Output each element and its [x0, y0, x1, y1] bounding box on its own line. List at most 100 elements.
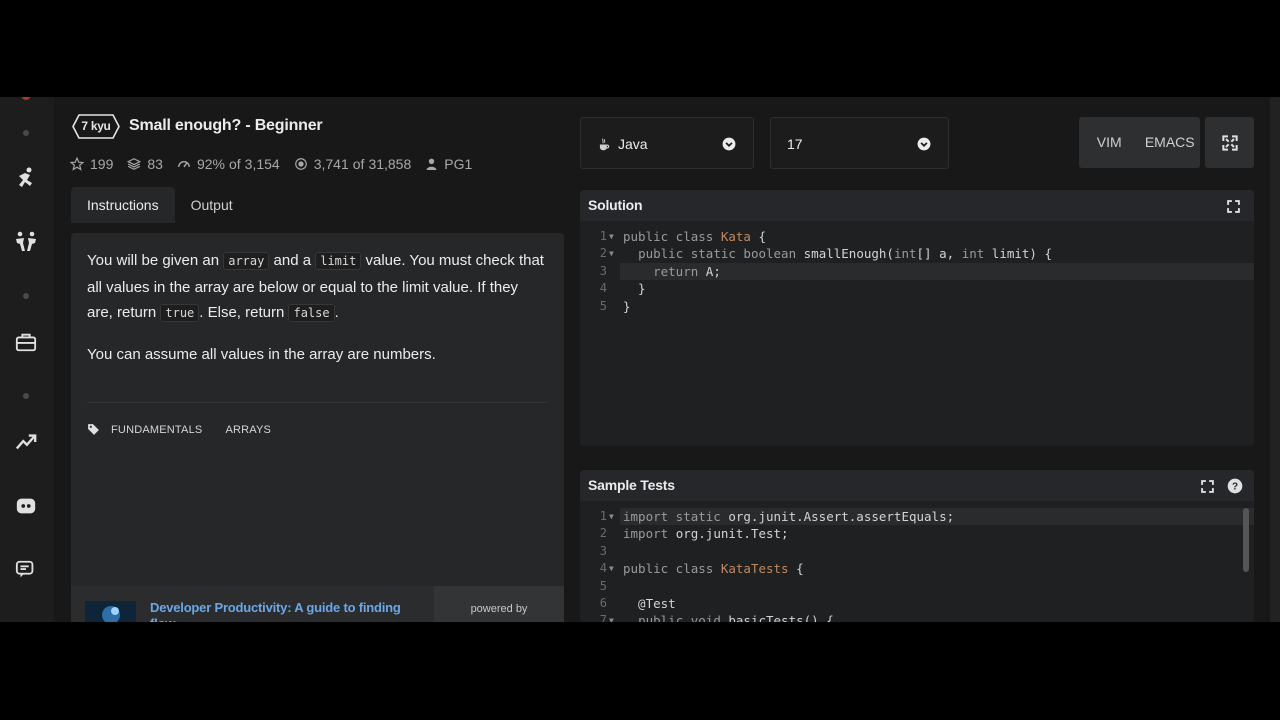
fold-toggle-icon[interactable]: ▼: [609, 508, 614, 525]
line-number: 2: [599, 246, 607, 261]
nav-separator-dot: [23, 130, 29, 136]
star-icon: [70, 157, 84, 171]
solution-header: Solution: [580, 190, 1254, 221]
completed-count: 3,741: [313, 156, 349, 172]
ad-thumbnail: [85, 601, 136, 622]
emacs-mode-button[interactable]: EMACS: [1140, 117, 1201, 168]
satisfaction-of-label: of: [228, 156, 241, 172]
nav-jobs-briefcase-icon[interactable]: [13, 329, 39, 355]
code-line: 1 ▼ import static org.junit.Assert.assertE…: [580, 508, 1254, 526]
completed-of-label: of: [352, 156, 365, 172]
satisfaction-percent: 92%: [196, 156, 225, 172]
editor-scrollbar[interactable]: [1243, 508, 1249, 572]
chevron-down-icon: [917, 137, 931, 151]
collections-count: 83: [147, 156, 163, 172]
left-nav: [0, 97, 54, 622]
kata-title: Small enough? - Beginner: [129, 117, 323, 134]
sample-tests-pane: Sample Tests ? 1 ▼ import static org.junit…: [580, 470, 1254, 622]
kata-tabs: Instructions Output: [71, 187, 249, 223]
line-number: 4: [599, 281, 607, 296]
target-icon: [294, 158, 307, 170]
nav-separator-dot: [23, 293, 29, 299]
code-limit: limit: [315, 252, 362, 270]
nav-training-icon[interactable]: [13, 165, 39, 191]
code-line: 4 }: [580, 280, 1254, 297]
expand-icon[interactable]: [1199, 478, 1215, 494]
tag-fundamentals[interactable]: FUNDAMENTALS: [111, 424, 202, 436]
notification-dot: [22, 97, 30, 100]
line-number: 1: [599, 509, 607, 523]
sample-tests-code-editor[interactable]: 1 ▼ import static org.junit.Assert.assertE…: [580, 508, 1254, 622]
ad-headline-link[interactable]: Developer Productivity: A guide to findi…: [150, 600, 420, 622]
line-number: 5: [599, 298, 607, 313]
stars-count: 199: [90, 156, 114, 172]
vim-mode-button[interactable]: VIM: [1079, 117, 1140, 168]
code-line: 2 ▼ public static boolean smallEnough(int…: [580, 245, 1254, 262]
code-line: 2 import org.junit.Test;: [580, 525, 1254, 542]
tag-arrays[interactable]: ARRAYS: [225, 424, 271, 436]
expand-icon[interactable]: [1225, 198, 1241, 214]
author-stat[interactable]: PG1: [425, 156, 472, 172]
letterbox-bottom: [0, 622, 1280, 720]
kata-rank-label: 7 kyu: [81, 119, 111, 133]
attempts-count: 31,858: [368, 156, 412, 172]
line-number: 6: [599, 595, 607, 610]
version-select[interactable]: 17: [770, 117, 949, 169]
solution-code-editor[interactable]: 1 ▼ public class Kata { 2 ▼ public static b…: [580, 228, 1254, 315]
svg-text:?: ?: [1232, 481, 1238, 492]
divider: [87, 402, 547, 403]
code-line: 3: [580, 543, 1254, 560]
user-icon: [426, 158, 437, 170]
code-line: 4 ▼ public class KataTests {: [580, 560, 1254, 577]
help-icon[interactable]: ?: [1227, 478, 1243, 494]
fold-toggle-icon[interactable]: ▼: [609, 560, 614, 577]
votes-count: 3,154: [244, 156, 280, 172]
sample-tests-header: Sample Tests ?: [580, 470, 1254, 501]
satisfaction-stat: 92% of 3,154: [177, 156, 280, 172]
sample-tests-title: Sample Tests: [588, 477, 675, 493]
nav-practice-icon[interactable]: [13, 229, 39, 255]
solution-title: Solution: [588, 197, 643, 213]
code-false: false: [288, 304, 335, 322]
sponsored-ad[interactable]: Developer Productivity: A guide to findi…: [71, 586, 564, 622]
line-number: 2: [599, 526, 607, 541]
powered-by-label: powered by: [470, 603, 528, 615]
fold-toggle-icon[interactable]: ▼: [609, 228, 614, 245]
nav-leaderboard-trend-icon[interactable]: [13, 429, 39, 455]
line-number: 5: [599, 578, 607, 593]
nav-discussion-chat-icon[interactable]: [13, 557, 39, 583]
stars-stat[interactable]: 199: [70, 156, 113, 172]
satisfaction-gauge-icon: [177, 161, 190, 168]
desc-text: You will be given an: [87, 252, 224, 269]
page-scrollbar[interactable]: [1270, 97, 1280, 622]
code-line: 5}: [580, 298, 1254, 315]
tag-icon: [88, 424, 99, 435]
fold-toggle-icon[interactable]: ▼: [609, 245, 614, 262]
keybinding-mode-group: VIM EMACS: [1079, 117, 1200, 168]
fold-toggle-icon[interactable]: ▼: [609, 612, 614, 622]
desc-text: and a: [269, 252, 316, 269]
ad-powered-by: powered by: [434, 586, 564, 622]
tab-output[interactable]: Output: [175, 187, 249, 223]
tab-instructions[interactable]: Instructions: [71, 187, 175, 223]
language-value: Java: [618, 136, 648, 152]
line-number: 3: [599, 263, 607, 278]
layers-icon: [127, 158, 142, 170]
line-number: 3: [599, 543, 607, 558]
line-number: 7: [599, 613, 607, 622]
chevron-down-icon: [722, 137, 736, 151]
nav-separator-dot: [23, 393, 29, 399]
version-value: 17: [787, 136, 803, 152]
nav-discord-icon[interactable]: [13, 493, 39, 519]
line-number: 4: [599, 561, 607, 576]
kata-rank-badge: 7 kyu: [72, 114, 120, 139]
language-select[interactable]: Java: [580, 117, 754, 169]
description-paragraph-1: You will be given an array and a limit v…: [87, 248, 547, 327]
code-true: true: [160, 304, 200, 322]
letterbox-top: [0, 0, 1280, 97]
java-cup-icon: [599, 138, 610, 151]
collections-stat[interactable]: 83: [127, 156, 163, 172]
kata-stats-bar: 199 83 92% of 3,154 3,741 of 31,858 PG1: [70, 155, 486, 173]
fullscreen-button[interactable]: [1205, 117, 1254, 168]
code-line: 6 @Test: [580, 595, 1254, 612]
